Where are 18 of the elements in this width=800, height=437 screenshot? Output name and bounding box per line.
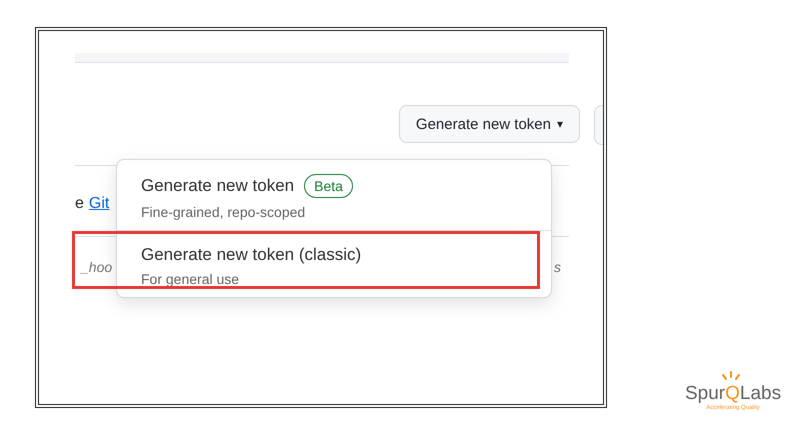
menu-item-subtitle: Fine-grained, repo-scoped [141, 204, 306, 220]
menu-item[interactable]: Generate new token (classic) For general use [117, 230, 551, 297]
menu-item-subtitle: For general use [141, 271, 240, 287]
sun-rays-icon [720, 371, 742, 383]
generate-token-button[interactable]: Generate new token ▾ [398, 105, 580, 143]
menu-item[interactable]: Generate new token Beta Fine-grained, repo-scoped [117, 160, 551, 230]
logo-text: Spur [685, 383, 726, 404]
docs-link[interactable]: Git [88, 195, 110, 213]
scope-text: _hoo [81, 259, 112, 275]
scope-text: s [554, 259, 561, 275]
beta-badge: Beta [304, 174, 353, 198]
menu-item-title: Generate new token (classic) [141, 245, 362, 265]
logo-text: Labs [740, 383, 782, 404]
partial-button[interactable] [594, 105, 603, 145]
description-text: e [75, 195, 84, 213]
caret-icon: ▾ [557, 117, 563, 131]
menu-item-title: Generate new token [141, 176, 294, 196]
logo-mark: Q [725, 383, 740, 404]
